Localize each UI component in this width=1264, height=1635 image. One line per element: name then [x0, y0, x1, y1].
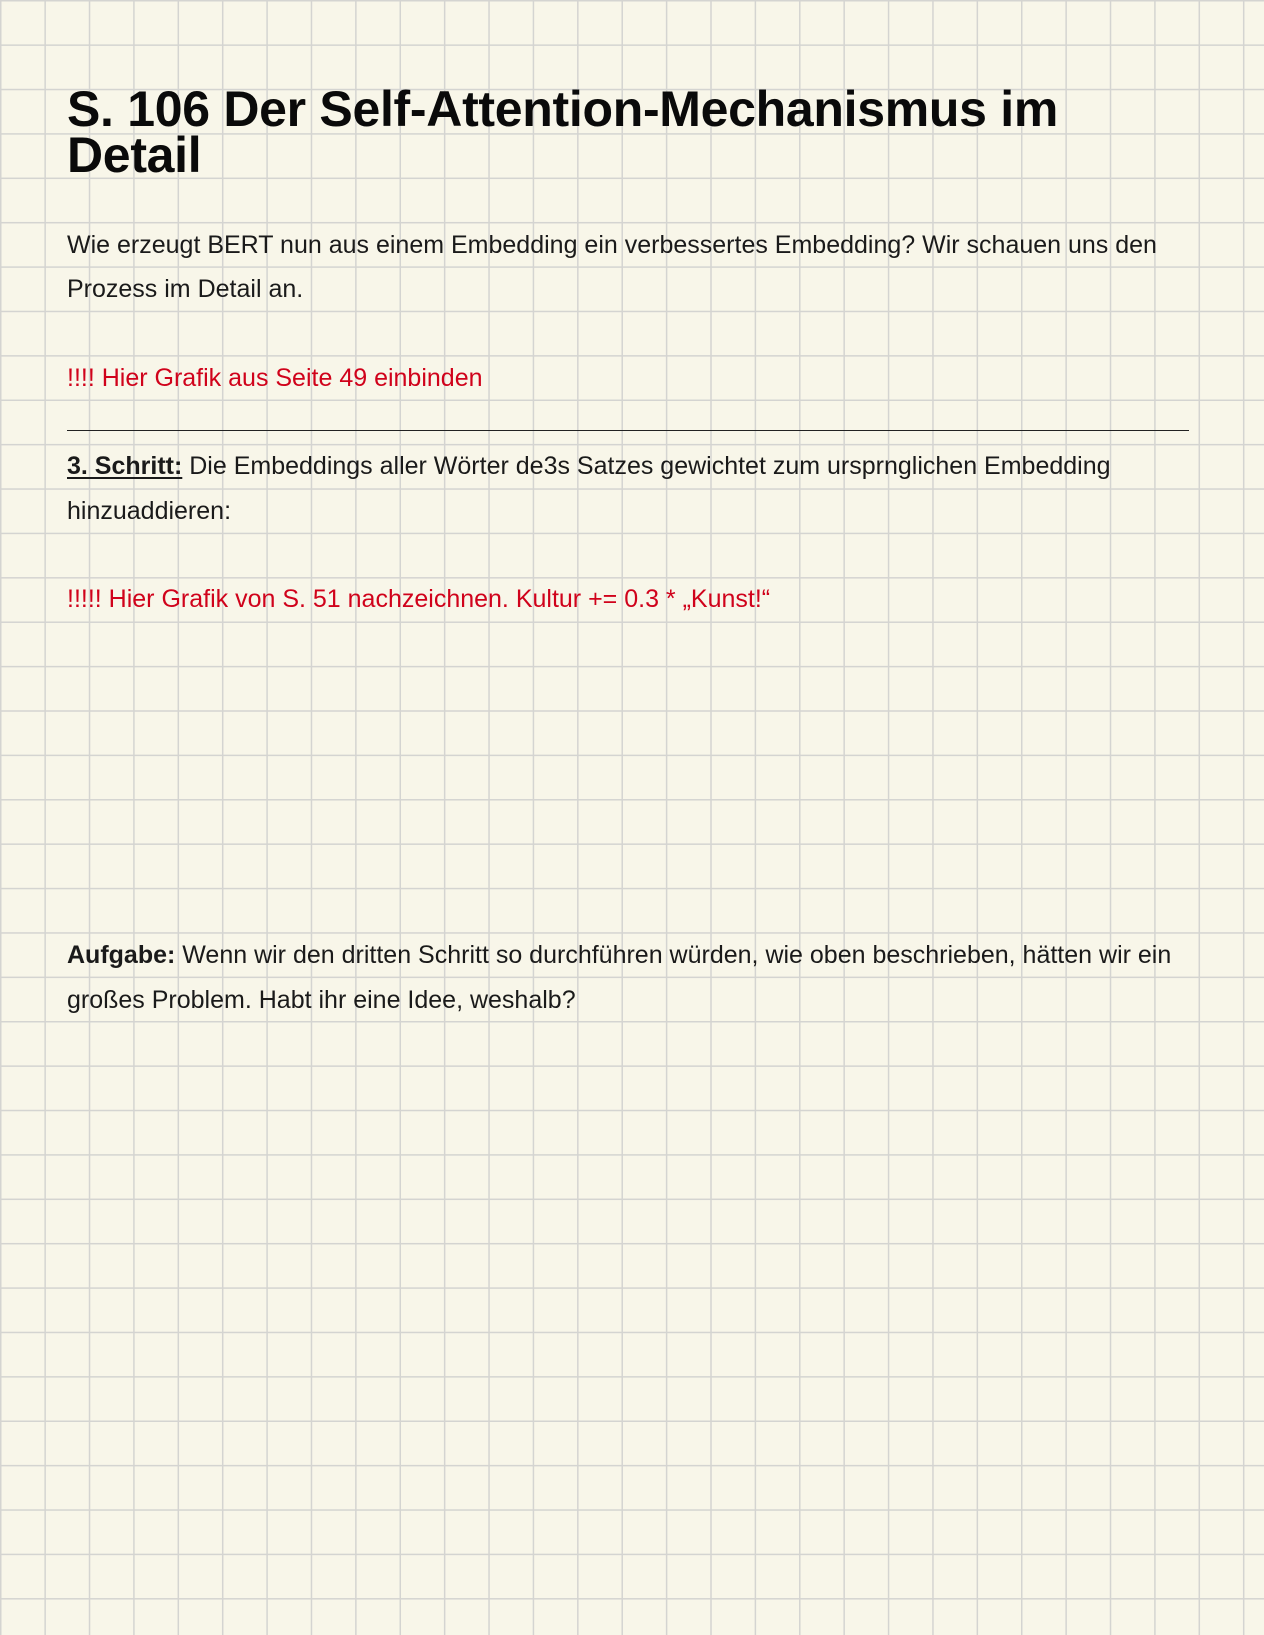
- step-3-paragraph: 3. Schritt: Die Embeddings aller Wörter …: [67, 444, 1189, 533]
- task-paragraph: Aufgabe: Wenn wir den dritten Schritt so…: [67, 933, 1189, 1022]
- step-3-text: Die Embeddings aller Wörter de3s Satzes …: [67, 452, 1111, 525]
- document-page: S. 106 Der Self-Attention-Mechanismus im…: [67, 81, 1189, 1022]
- editor-note-graphic-page-51: !!!!! Hier Grafik von S. 51 nachzeichnen…: [67, 585, 771, 614]
- page-title: S. 106 Der Self-Attention-Mechanismus im…: [67, 81, 1059, 183]
- divider-line: [67, 430, 1189, 432]
- step-3-label: 3. Schritt:: [67, 452, 183, 481]
- intro-paragraph: Wie erzeugt BERT nun aus einem Embedding…: [67, 231, 1157, 304]
- task-label: Aufgabe:: [67, 941, 176, 970]
- task-text: Wenn wir den dritten Schritt so durchfüh…: [67, 941, 1172, 1014]
- horizontal-divider: [67, 400, 1189, 444]
- editor-note-graphic-page-49: !!!! Hier Grafik aus Seite 49 einbinden: [67, 363, 483, 392]
